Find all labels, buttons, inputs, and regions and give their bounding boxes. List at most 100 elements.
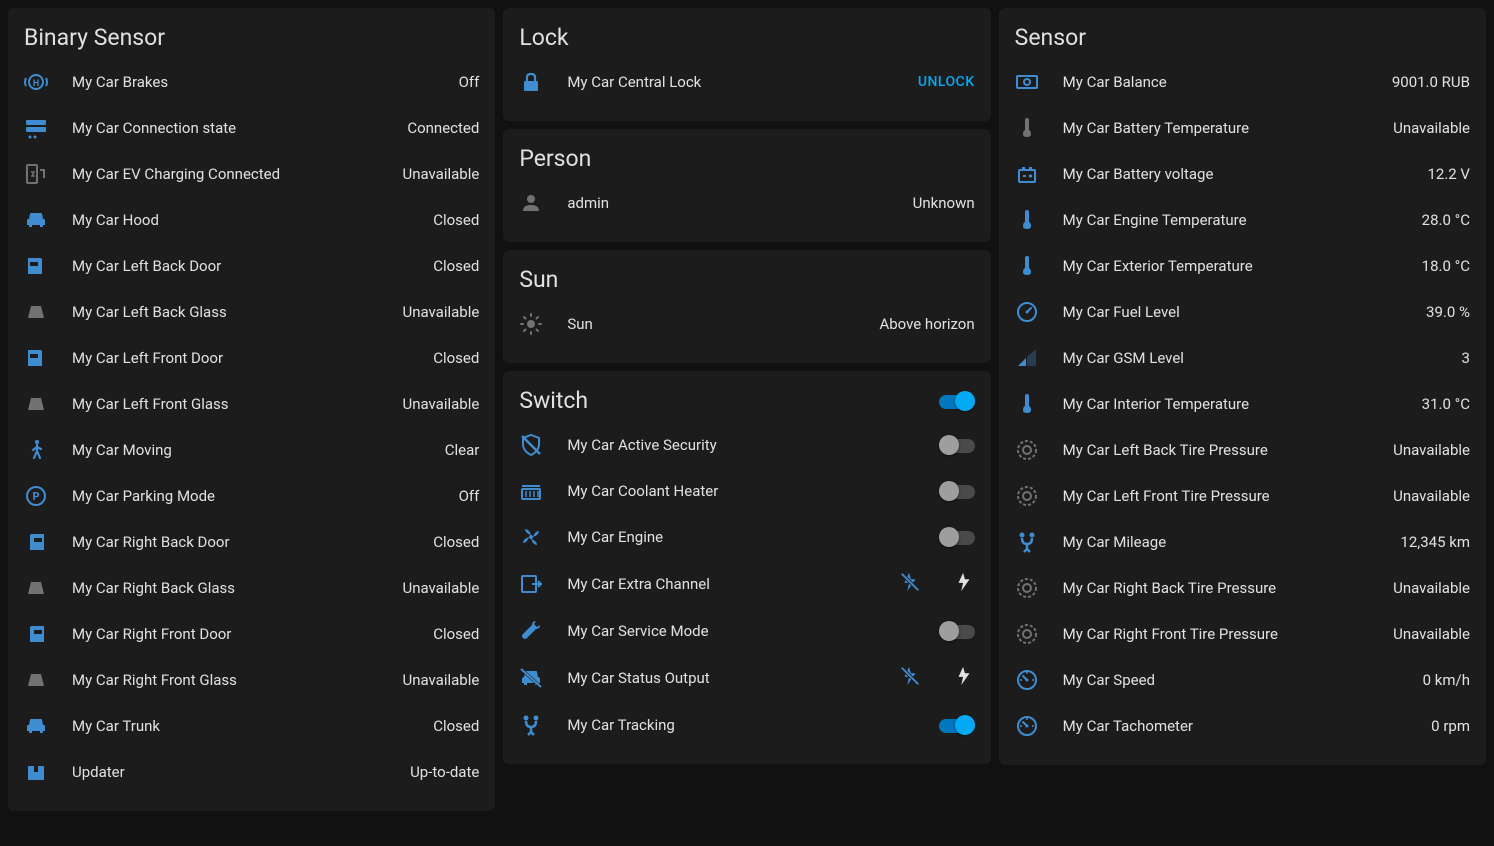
toggle-switch[interactable] bbox=[939, 481, 975, 501]
thermometer-icon bbox=[1015, 208, 1039, 232]
entity-row[interactable]: My Car Battery voltage12.2 V bbox=[999, 151, 1486, 197]
entity-row[interactable]: My Car HoodClosed bbox=[8, 197, 495, 243]
column-left: Binary Sensor My Car BrakesOffMy Car Con… bbox=[8, 8, 495, 811]
entity-row[interactable]: My Car Connection stateConnected bbox=[8, 105, 495, 151]
gps-icon bbox=[1015, 530, 1039, 554]
flash-icon[interactable] bbox=[953, 665, 975, 691]
entity-row[interactable]: UpdaterUp-to-date bbox=[8, 749, 495, 795]
entity-row[interactable]: My Car Left Back GlassUnavailable bbox=[8, 289, 495, 335]
connection-icon bbox=[24, 116, 48, 140]
entity-row[interactable]: My Car Left Front DoorClosed bbox=[8, 335, 495, 381]
entity-row[interactable]: My Car Fuel Level39.0 % bbox=[999, 289, 1486, 335]
unlock-button[interactable]: UNLOCK bbox=[918, 74, 975, 90]
ev-icon bbox=[24, 162, 48, 186]
entity-label: My Car Moving bbox=[72, 441, 445, 459]
gauge-icon bbox=[1015, 300, 1039, 324]
entity-row[interactable]: My Car Parking ModeOff bbox=[8, 473, 495, 519]
switch-header: Switch bbox=[503, 387, 990, 422]
entity-row[interactable]: My Car Battery TemperatureUnavailable bbox=[999, 105, 1486, 151]
glass-icon bbox=[24, 392, 48, 416]
entity-label: My Car Connection state bbox=[72, 119, 407, 137]
sensor-title: Sensor bbox=[999, 24, 1486, 59]
glass-icon bbox=[24, 668, 48, 692]
sensor-card: Sensor My Car Balance9001.0 RUBMy Car Ba… bbox=[999, 8, 1486, 765]
wrench-icon bbox=[519, 619, 543, 643]
entity-row[interactable]: My Car GSM Level3 bbox=[999, 335, 1486, 381]
entity-row[interactable]: My Car BrakesOff bbox=[8, 59, 495, 105]
switch-master-toggle[interactable] bbox=[939, 391, 975, 411]
door-right-icon bbox=[24, 530, 48, 554]
entity-row[interactable]: My Car Balance9001.0 RUB bbox=[999, 59, 1486, 105]
entity-row[interactable]: My Car Right Front Tire PressureUnavaila… bbox=[999, 611, 1486, 657]
entity-row[interactable]: My Car EV Charging ConnectedUnavailable bbox=[8, 151, 495, 197]
entity-row[interactable]: My Car Left Back Tire PressureUnavailabl… bbox=[999, 427, 1486, 473]
entity-row[interactable]: My Car Right Back DoorClosed bbox=[8, 519, 495, 565]
entity-row[interactable]: My Car Left Back DoorClosed bbox=[8, 243, 495, 289]
toggle-switch[interactable] bbox=[939, 621, 975, 641]
entity-label: My Car Tracking bbox=[567, 716, 938, 734]
thermometer-icon bbox=[1015, 116, 1039, 140]
binary-sensor-card: Binary Sensor My Car BrakesOffMy Car Con… bbox=[8, 8, 495, 811]
entity-row[interactable]: My Car Interior Temperature31.0 °C bbox=[999, 381, 1486, 427]
entity-value: 9001.0 RUB bbox=[1392, 73, 1470, 91]
entity-value: Clear bbox=[445, 441, 480, 459]
entity-row[interactable]: My Car Left Front Tire PressureUnavailab… bbox=[999, 473, 1486, 519]
flash-off-icon[interactable] bbox=[899, 665, 921, 691]
entity-value: Closed bbox=[433, 533, 479, 551]
entity-value: Up-to-date bbox=[410, 763, 479, 781]
toggle-switch[interactable] bbox=[939, 527, 975, 547]
entity-row[interactable]: My Car Exterior Temperature18.0 °C bbox=[999, 243, 1486, 289]
entity-row[interactable]: My Car Right Front GlassUnavailable bbox=[8, 657, 495, 703]
entity-row[interactable]: My Car Central LockUNLOCK bbox=[503, 59, 990, 105]
entity-row[interactable]: My Car Right Front DoorClosed bbox=[8, 611, 495, 657]
entity-label: My Car Trunk bbox=[72, 717, 433, 735]
person-card: Person adminUnknown bbox=[503, 129, 990, 242]
entity-row[interactable]: My Car Service Mode bbox=[503, 608, 990, 654]
signal-icon bbox=[1015, 346, 1039, 370]
entity-value: 39.0 % bbox=[1426, 303, 1470, 321]
entity-label: My Car Right Back Tire Pressure bbox=[1063, 579, 1393, 597]
package-icon bbox=[24, 760, 48, 784]
door-left-icon bbox=[24, 346, 48, 370]
entity-row[interactable]: My Car Engine Temperature28.0 °C bbox=[999, 197, 1486, 243]
lock-card: Lock My Car Central LockUNLOCK bbox=[503, 8, 990, 121]
speed-icon bbox=[1015, 714, 1039, 738]
flash-icon[interactable] bbox=[953, 571, 975, 597]
toggle-switch[interactable] bbox=[939, 435, 975, 455]
glass-icon bbox=[24, 300, 48, 324]
car-icon bbox=[24, 714, 48, 738]
radiator-icon bbox=[519, 479, 543, 503]
tire-icon bbox=[1015, 438, 1039, 462]
export-icon bbox=[519, 572, 543, 596]
entity-row[interactable]: My Car MovingClear bbox=[8, 427, 495, 473]
entity-row[interactable]: SunAbove horizon bbox=[503, 301, 990, 347]
thermometer-icon bbox=[1015, 392, 1039, 416]
entity-row[interactable]: My Car Coolant Heater bbox=[503, 468, 990, 514]
entity-value: 12,345 km bbox=[1400, 533, 1470, 551]
column-middle: Lock My Car Central LockUNLOCK Person ad… bbox=[503, 8, 990, 811]
entity-row[interactable]: My Car Active Security bbox=[503, 422, 990, 468]
entity-row[interactable]: My Car Extra Channel bbox=[503, 560, 990, 608]
flash-off-icon[interactable] bbox=[899, 571, 921, 597]
entity-row[interactable]: My Car Speed0 km/h bbox=[999, 657, 1486, 703]
entity-row[interactable]: My Car Mileage12,345 km bbox=[999, 519, 1486, 565]
entity-row[interactable]: adminUnknown bbox=[503, 180, 990, 226]
entity-value: Connected bbox=[407, 119, 479, 137]
lock-icon bbox=[519, 70, 543, 94]
entity-label: My Car Battery voltage bbox=[1063, 165, 1428, 183]
entity-value: Unavailable bbox=[1393, 625, 1470, 643]
entity-row[interactable]: My Car Right Back GlassUnavailable bbox=[8, 565, 495, 611]
entity-value: Off bbox=[459, 487, 480, 505]
toggle-switch[interactable] bbox=[939, 715, 975, 735]
entity-label: My Car Left Front Glass bbox=[72, 395, 402, 413]
entity-label: My Car Right Front Glass bbox=[72, 671, 402, 689]
entity-value: Unknown bbox=[913, 194, 975, 212]
entity-row[interactable]: My Car TrunkClosed bbox=[8, 703, 495, 749]
entity-row[interactable]: My Car Engine bbox=[503, 514, 990, 560]
entity-row[interactable]: My Car Right Back Tire PressureUnavailab… bbox=[999, 565, 1486, 611]
entity-row[interactable]: My Car Status Output bbox=[503, 654, 990, 702]
entity-row[interactable]: My Car Tachometer0 rpm bbox=[999, 703, 1486, 749]
entity-row[interactable]: My Car Tracking bbox=[503, 702, 990, 748]
entity-row[interactable]: My Car Left Front GlassUnavailable bbox=[8, 381, 495, 427]
battery-icon bbox=[1015, 162, 1039, 186]
